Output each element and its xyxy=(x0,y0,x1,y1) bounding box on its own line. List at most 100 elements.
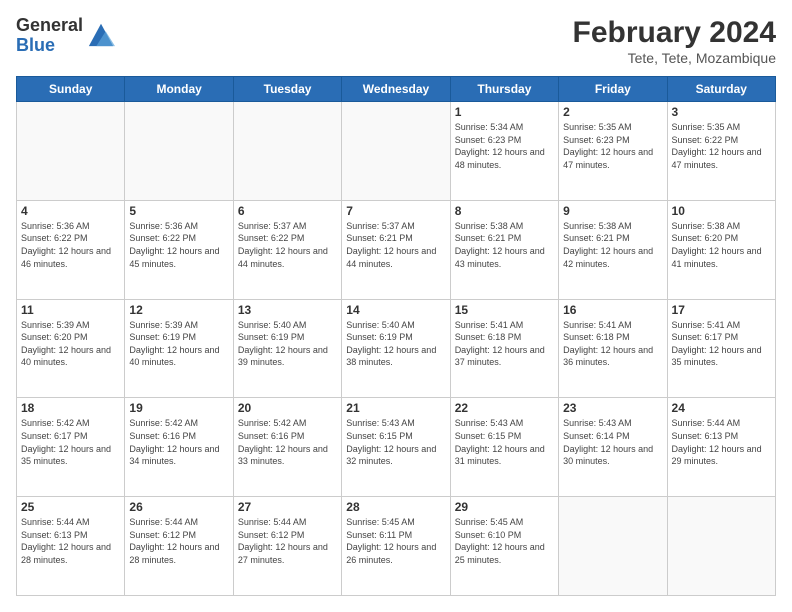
calendar-cell xyxy=(342,102,450,201)
logo: General Blue xyxy=(16,16,115,56)
calendar-cell: 18Sunrise: 5:42 AM Sunset: 6:17 PM Dayli… xyxy=(17,398,125,497)
page-header: General Blue February 2024 Tete, Tete, M… xyxy=(16,16,776,66)
calendar-cell: 17 Sunrise: 5:41 AM Sunset: 6:17 PM Dayli… xyxy=(667,299,775,398)
day-number: 15 xyxy=(455,303,554,317)
day-number: 3 xyxy=(672,105,771,119)
logo-blue: Blue xyxy=(16,36,83,56)
calendar-cell: 12Sunrise: 5:39 AM Sunset: 6:19 PM Dayli… xyxy=(125,299,233,398)
day-number: 5 xyxy=(129,204,228,218)
calendar-cell: 3 Sunrise: 5:35 AM Sunset: 6:22 PM Daylig… xyxy=(667,102,775,201)
day-info: Sunrise: 5:45 AM Sunset: 6:11 PM Dayligh… xyxy=(346,516,445,566)
day-of-week-header: Saturday xyxy=(667,77,775,102)
day-info: Sunrise: 5:35 AM Sunset: 6:23 PM Dayligh… xyxy=(563,121,662,171)
logo-icon xyxy=(87,20,115,48)
day-info: Sunrise: 5:40 AM Sunset: 6:19 PM Dayligh… xyxy=(238,319,337,369)
calendar-cell: 8 Sunrise: 5:38 AM Sunset: 6:21 PM Daylig… xyxy=(450,200,558,299)
day-info: Sunrise: 5:38 AM Sunset: 6:21 PM Dayligh… xyxy=(563,220,662,270)
calendar-cell xyxy=(559,497,667,596)
day-info: Sunrise: 5:38 AM Sunset: 6:21 PM Dayligh… xyxy=(455,220,554,270)
calendar-cell: 15 Sunrise: 5:41 AM Sunset: 6:18 PM Dayli… xyxy=(450,299,558,398)
day-info: Sunrise: 5:42 AM Sunset: 6:16 PM Dayligh… xyxy=(238,417,337,467)
calendar-cell: 20 Sunrise: 5:42 AM Sunset: 6:16 PM Dayli… xyxy=(233,398,341,497)
calendar-cell: 27Sunrise: 5:44 AM Sunset: 6:12 PM Dayli… xyxy=(233,497,341,596)
day-of-week-header: Tuesday xyxy=(233,77,341,102)
day-info: Sunrise: 5:43 AM Sunset: 6:14 PM Dayligh… xyxy=(563,417,662,467)
calendar-cell: 29 Sunrise: 5:45 AM Sunset: 6:10 PM Dayli… xyxy=(450,497,558,596)
day-number: 8 xyxy=(455,204,554,218)
day-number: 20 xyxy=(238,401,337,415)
calendar-cell: 26 Sunrise: 5:44 AM Sunset: 6:12 PM Dayli… xyxy=(125,497,233,596)
day-info: Sunrise: 5:43 AM Sunset: 6:15 PM Dayligh… xyxy=(455,417,554,467)
day-number: 27 xyxy=(238,500,337,514)
day-number: 10 xyxy=(672,204,771,218)
title-area: February 2024 Tete, Tete, Mozambique xyxy=(573,16,776,66)
calendar-cell: 28Sunrise: 5:45 AM Sunset: 6:11 PM Dayli… xyxy=(342,497,450,596)
day-info: Sunrise: 5:44 AM Sunset: 6:13 PM Dayligh… xyxy=(21,516,120,566)
day-number: 11 xyxy=(21,303,120,317)
day-info: Sunrise: 5:45 AM Sunset: 6:10 PM Dayligh… xyxy=(455,516,554,566)
day-number: 25 xyxy=(21,500,120,514)
calendar-week-row: 4 Sunrise: 5:36 AM Sunset: 6:22 PM Daylig… xyxy=(17,200,776,299)
calendar-cell: 25 Sunrise: 5:44 AM Sunset: 6:13 PM Dayli… xyxy=(17,497,125,596)
calendar-cell: 4 Sunrise: 5:36 AM Sunset: 6:22 PM Daylig… xyxy=(17,200,125,299)
calendar-header-row: SundayMondayTuesdayWednesdayThursdayFrid… xyxy=(17,77,776,102)
day-number: 22 xyxy=(455,401,554,415)
day-number: 1 xyxy=(455,105,554,119)
day-number: 13 xyxy=(238,303,337,317)
calendar-cell: 10Sunrise: 5:38 AM Sunset: 6:20 PM Dayli… xyxy=(667,200,775,299)
calendar-cell: 22 Sunrise: 5:43 AM Sunset: 6:15 PM Dayli… xyxy=(450,398,558,497)
calendar-cell xyxy=(667,497,775,596)
day-info: Sunrise: 5:41 AM Sunset: 6:18 PM Dayligh… xyxy=(455,319,554,369)
day-number: 26 xyxy=(129,500,228,514)
calendar-cell: 6Sunrise: 5:37 AM Sunset: 6:22 PM Daylig… xyxy=(233,200,341,299)
day-info: Sunrise: 5:37 AM Sunset: 6:22 PM Dayligh… xyxy=(238,220,337,270)
day-info: Sunrise: 5:41 AM Sunset: 6:17 PM Dayligh… xyxy=(672,319,771,369)
calendar-cell: 13 Sunrise: 5:40 AM Sunset: 6:19 PM Dayli… xyxy=(233,299,341,398)
day-number: 16 xyxy=(563,303,662,317)
calendar-cell: 19 Sunrise: 5:42 AM Sunset: 6:16 PM Dayli… xyxy=(125,398,233,497)
day-number: 29 xyxy=(455,500,554,514)
calendar-table: SundayMondayTuesdayWednesdayThursdayFrid… xyxy=(16,76,776,596)
day-info: Sunrise: 5:44 AM Sunset: 6:12 PM Dayligh… xyxy=(129,516,228,566)
calendar-cell: 9 Sunrise: 5:38 AM Sunset: 6:21 PM Daylig… xyxy=(559,200,667,299)
day-info: Sunrise: 5:41 AM Sunset: 6:18 PM Dayligh… xyxy=(563,319,662,369)
day-info: Sunrise: 5:35 AM Sunset: 6:22 PM Dayligh… xyxy=(672,121,771,171)
day-info: Sunrise: 5:39 AM Sunset: 6:20 PM Dayligh… xyxy=(21,319,120,369)
day-number: 14 xyxy=(346,303,445,317)
calendar-week-row: 25 Sunrise: 5:44 AM Sunset: 6:13 PM Dayli… xyxy=(17,497,776,596)
location-subtitle: Tete, Tete, Mozambique xyxy=(573,50,776,66)
calendar-cell: 21Sunrise: 5:43 AM Sunset: 6:15 PM Dayli… xyxy=(342,398,450,497)
day-info: Sunrise: 5:36 AM Sunset: 6:22 PM Dayligh… xyxy=(129,220,228,270)
calendar-cell: 2Sunrise: 5:35 AM Sunset: 6:23 PM Daylig… xyxy=(559,102,667,201)
day-of-week-header: Sunday xyxy=(17,77,125,102)
day-number: 17 xyxy=(672,303,771,317)
calendar-cell: 7Sunrise: 5:37 AM Sunset: 6:21 PM Daylig… xyxy=(342,200,450,299)
day-of-week-header: Monday xyxy=(125,77,233,102)
day-info: Sunrise: 5:42 AM Sunset: 6:17 PM Dayligh… xyxy=(21,417,120,467)
month-title: February 2024 xyxy=(573,16,776,50)
day-of-week-header: Friday xyxy=(559,77,667,102)
day-info: Sunrise: 5:44 AM Sunset: 6:13 PM Dayligh… xyxy=(672,417,771,467)
calendar-cell: 16 Sunrise: 5:41 AM Sunset: 6:18 PM Dayli… xyxy=(559,299,667,398)
calendar-cell: 11 Sunrise: 5:39 AM Sunset: 6:20 PM Dayli… xyxy=(17,299,125,398)
day-info: Sunrise: 5:42 AM Sunset: 6:16 PM Dayligh… xyxy=(129,417,228,467)
day-number: 7 xyxy=(346,204,445,218)
day-number: 24 xyxy=(672,401,771,415)
calendar-cell xyxy=(125,102,233,201)
day-info: Sunrise: 5:40 AM Sunset: 6:19 PM Dayligh… xyxy=(346,319,445,369)
calendar-cell: 24 Sunrise: 5:44 AM Sunset: 6:13 PM Dayli… xyxy=(667,398,775,497)
calendar-cell: 23Sunrise: 5:43 AM Sunset: 6:14 PM Dayli… xyxy=(559,398,667,497)
day-number: 21 xyxy=(346,401,445,415)
day-number: 4 xyxy=(21,204,120,218)
calendar-week-row: 11 Sunrise: 5:39 AM Sunset: 6:20 PM Dayli… xyxy=(17,299,776,398)
day-info: Sunrise: 5:36 AM Sunset: 6:22 PM Dayligh… xyxy=(21,220,120,270)
calendar-week-row: 18Sunrise: 5:42 AM Sunset: 6:17 PM Dayli… xyxy=(17,398,776,497)
calendar-cell: 5 Sunrise: 5:36 AM Sunset: 6:22 PM Daylig… xyxy=(125,200,233,299)
day-number: 12 xyxy=(129,303,228,317)
calendar-week-row: 1 Sunrise: 5:34 AM Sunset: 6:23 PM Daylig… xyxy=(17,102,776,201)
day-info: Sunrise: 5:34 AM Sunset: 6:23 PM Dayligh… xyxy=(455,121,554,171)
calendar-cell: 14 Sunrise: 5:40 AM Sunset: 6:19 PM Dayli… xyxy=(342,299,450,398)
calendar-cell xyxy=(17,102,125,201)
day-number: 9 xyxy=(563,204,662,218)
day-number: 19 xyxy=(129,401,228,415)
